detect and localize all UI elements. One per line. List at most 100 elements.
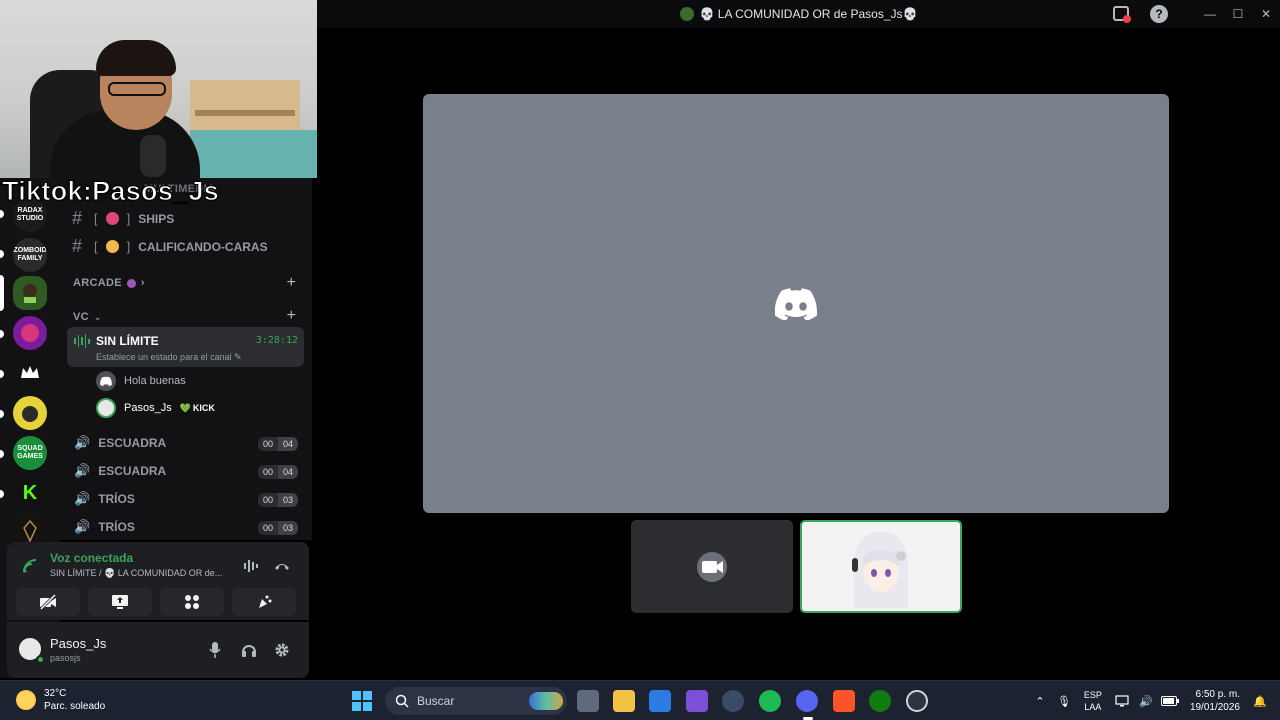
window-title: 💀 LA COMUNIDAD OR de Pasos_Js💀 xyxy=(679,7,918,21)
network-icon[interactable] xyxy=(1112,691,1132,711)
chevron-up-icon[interactable]: ⌃ xyxy=(1030,691,1050,711)
activities-button[interactable] xyxy=(160,588,224,616)
kick-badge-label: KICK xyxy=(192,403,215,413)
voice-channel-trios-1[interactable]: 🔊 TRÍOS xyxy=(74,491,135,507)
anime-avatar-image xyxy=(852,531,908,608)
server-unread-pip xyxy=(0,410,4,418)
discord-taskbar-icon[interactable] xyxy=(796,690,818,712)
window-title-text: 💀 LA COMUNIDAD OR de Pasos_Js💀 xyxy=(699,7,918,21)
microsoft-store-icon[interactable] xyxy=(649,690,671,712)
add-channel-button[interactable]: + xyxy=(287,274,296,292)
taskbar-clock[interactable]: 6:50 p. m. 19/01/2026 xyxy=(1190,688,1240,714)
volume-icon[interactable]: 🔊 xyxy=(1136,691,1156,711)
system-tray: ⌃ 🎙 ESP LAA 🔊 6:50 p. m. 19/01/2026 🔔 xyxy=(1028,681,1280,720)
voice-member-name: Pasos_Js xyxy=(124,402,172,414)
disconnect-icon[interactable] xyxy=(273,558,291,574)
proton-vpn-icon[interactable] xyxy=(686,690,708,712)
category-vc[interactable]: VC ⌄ xyxy=(73,311,102,323)
settings-app-icon[interactable] xyxy=(722,690,744,712)
channel-bracket: [ xyxy=(94,211,98,226)
server-squad-games[interactable]: SQUAD GAMES xyxy=(13,436,47,470)
noise-suppression-icon[interactable] xyxy=(243,558,259,574)
user-display-name[interactable]: Pasos_Js xyxy=(50,636,106,651)
channel-list: MULTIMEDIA # [ ] SHIPS # [ ] CALIFICANDO… xyxy=(60,178,312,606)
gear-icon[interactable] xyxy=(272,640,292,660)
channel-bracket: ] xyxy=(126,239,131,254)
channel-bracket: [ xyxy=(94,239,98,254)
language-code: ESP xyxy=(1083,690,1102,700)
voice-member[interactable]: Pasos_Js 💚 KICK xyxy=(96,398,215,418)
screen-share-button[interactable] xyxy=(88,588,152,616)
voice-channel-label: TRÍOS xyxy=(98,492,135,506)
brave-browser-icon[interactable] xyxy=(833,690,855,712)
connection-signal-icon[interactable] xyxy=(22,558,38,574)
voice-user-max: 04 xyxy=(277,437,298,451)
main-video-stage[interactable] xyxy=(423,94,1169,513)
title-bar: 💀 LA COMUNIDAD OR de Pasos_Js💀 ? — ☐ ✕ xyxy=(317,0,1280,28)
weather-widget[interactable]: 32°C Parc. soleado xyxy=(16,687,105,713)
server-selected-pip xyxy=(0,275,4,311)
chevron-right-icon: › xyxy=(140,277,145,289)
server-unread-pip xyxy=(0,490,4,498)
camera-off-button[interactable] xyxy=(16,588,80,616)
server-yellow[interactable] xyxy=(13,396,47,430)
minimize-button[interactable]: — xyxy=(1196,0,1224,28)
help-icon[interactable]: ? xyxy=(1150,5,1168,23)
headphones-icon[interactable] xyxy=(239,640,259,660)
add-channel-button[interactable]: + xyxy=(287,307,296,325)
language-indicator[interactable]: ESP LAA xyxy=(1084,689,1102,713)
voice-location[interactable]: SIN LÍMITE / 💀 LA COMUNIDAD OR de... xyxy=(50,568,222,579)
microphone-tray-icon[interactable]: 🎙 xyxy=(1054,691,1074,711)
spotify-icon[interactable] xyxy=(759,690,781,712)
battery-icon[interactable] xyxy=(1160,691,1180,711)
weather-condition: Parc. soleado xyxy=(44,701,106,712)
speaker-icon: 🔊 xyxy=(74,463,91,478)
chevron-down-icon: ⌄ xyxy=(93,311,102,322)
server-unread-pip xyxy=(0,450,4,458)
participant-tile-camera-off[interactable] xyxy=(631,520,793,613)
inbox-icon[interactable] xyxy=(1112,4,1132,24)
taskbar-search[interactable]: Buscar xyxy=(385,687,567,715)
text-channel-icon: # xyxy=(72,208,83,228)
voice-channel-status[interactable]: Establece un estado para el canal ✎ xyxy=(96,352,242,363)
voice-user-count: 00 xyxy=(257,493,278,507)
server-kick[interactable]: K xyxy=(13,476,47,510)
voice-member[interactable]: Hola buenas xyxy=(96,371,186,391)
server-crown[interactable] xyxy=(13,356,47,390)
search-highlight-icon xyxy=(529,692,563,710)
speaker-icon: 🔊 xyxy=(74,519,91,534)
soundboard-button[interactable] xyxy=(232,588,296,616)
category-arcade[interactable]: ARCADE › xyxy=(73,277,145,289)
speaker-icon: 🔊 xyxy=(74,491,91,506)
notification-bell-icon[interactable]: 🔔 xyxy=(1250,691,1270,711)
server-zomboid-family[interactable]: ZOMBOID FAMILY xyxy=(13,238,47,272)
participant-tile-avatar[interactable] xyxy=(800,520,962,613)
voice-connected-panel: Voz conectada SIN LÍMITE / 💀 LA COMUNIDA… xyxy=(7,542,309,620)
tiktok-handle-overlay: Tiktok:Pasos_Js xyxy=(1,176,220,207)
voice-channel-escuadra-1[interactable]: 🔊 ESCUADRA xyxy=(74,435,166,451)
discord-app: 💀 LA COMUNIDAD OR de Pasos_Js💀 ? — ☐ ✕ T… xyxy=(0,0,1280,720)
clock-time: 6:50 p. m. xyxy=(1195,689,1240,700)
server-purple[interactable] xyxy=(13,316,47,350)
maximize-button[interactable]: ☐ xyxy=(1224,0,1252,28)
channel-ships[interactable]: # [ ] SHIPS xyxy=(72,208,174,229)
weather-temperature: 32°C xyxy=(44,688,67,699)
file-explorer-icon[interactable] xyxy=(613,690,635,712)
server-la-comunidad-or[interactable] xyxy=(13,276,47,310)
user-avatar xyxy=(96,398,116,418)
xbox-icon[interactable] xyxy=(869,690,891,712)
voice-channel-trios-2[interactable]: 🔊 TRÍOS xyxy=(74,519,135,535)
voice-user-max: 03 xyxy=(277,493,298,507)
window-controls: — ☐ ✕ xyxy=(1196,0,1280,28)
obs-icon[interactable] xyxy=(906,690,928,712)
voice-user-limit: 00 03 xyxy=(257,493,298,507)
channel-calificando-caras[interactable]: # [ ] CALIFICANDO-CARAS xyxy=(72,236,268,257)
voice-channel-escuadra-2[interactable]: 🔊 ESCUADRA xyxy=(74,463,166,479)
task-view-icon[interactable] xyxy=(577,690,599,712)
microphone-icon[interactable] xyxy=(205,640,225,660)
windows-start-icon[interactable] xyxy=(352,691,372,711)
close-button[interactable]: ✕ xyxy=(1252,0,1280,28)
pencil-icon[interactable]: ✎ xyxy=(234,352,242,362)
voice-connected-label[interactable]: Voz conectada xyxy=(50,551,133,565)
kick-badge: 💚 KICK xyxy=(180,403,215,414)
